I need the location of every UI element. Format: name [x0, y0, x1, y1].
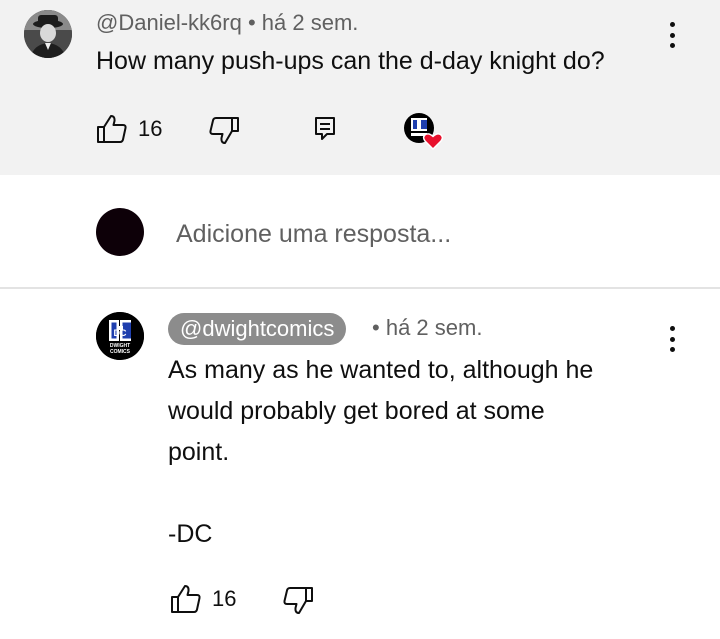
logo-letters: DC [114, 328, 127, 338]
reply-text-line: As many as he wanted to, although he [168, 356, 594, 384]
comment-reply-button[interactable] [314, 116, 336, 142]
reply-author-chip[interactable]: @dwightcomics [168, 313, 347, 345]
thumbs-up-icon [97, 115, 127, 143]
dot [669, 43, 675, 48]
reply-text-line [168, 473, 658, 514]
reply-text-line: point. [168, 438, 230, 466]
reply-input[interactable] [176, 214, 696, 254]
thumbs-down-icon [283, 587, 313, 614]
dot [669, 32, 675, 38]
vintage-man-portrait-icon [24, 10, 72, 58]
dot [669, 22, 675, 27]
divider [0, 287, 720, 289]
logo-caption-2: COMICS [110, 349, 131, 355]
comment-author[interactable]: @Daniel-kk6rq [96, 10, 242, 35]
reply-meta: • há 2 sem. [372, 315, 482, 341]
reply-text-line: -DC [168, 520, 213, 548]
dwightcomics-avatar[interactable]: DC DWIGHT COMICS [96, 312, 144, 360]
meta-separator: • [247, 10, 262, 35]
reply-comment-icon [315, 117, 335, 140]
reply-like-count: 16 [212, 586, 237, 611]
comment-time[interactable]: há 2 sem. [262, 10, 359, 35]
dot [669, 326, 675, 331]
reply-text: As many as he wanted to, although he wou… [168, 350, 658, 555]
dwight-comics-logo: DC DWIGHT COMICS [96, 312, 144, 360]
thumbs-up-icon [171, 585, 201, 613]
reply-like-button[interactable]: 16 [170, 584, 236, 614]
highlighted-comment: @Daniel-kk6rq • há 2 sem. How many push-… [0, 0, 720, 175]
dot [669, 336, 675, 342]
reply-more-button[interactable] [662, 322, 682, 356]
creator-heart-badge[interactable] [403, 112, 444, 152]
comment-more-button[interactable] [662, 18, 682, 52]
comment-like-button[interactable]: 16 [96, 114, 162, 144]
creator-heart-badge-icon [404, 113, 444, 150]
reply-time[interactable]: há 2 sem. [386, 315, 483, 340]
current-user-avatar [96, 208, 144, 256]
comment-dislike-button[interactable] [208, 116, 240, 146]
reply-dislike-button[interactable] [282, 586, 314, 616]
commenter-avatar[interactable] [24, 10, 72, 58]
reply-text-line: would probably get bored at some [168, 397, 545, 425]
comment-like-count: 16 [138, 116, 163, 141]
comment-text: How many push-ups can the d-day knight d… [96, 47, 605, 75]
dot [669, 347, 675, 352]
thumbs-down-icon [209, 117, 239, 144]
comment-meta: @Daniel-kk6rq • há 2 sem. [96, 10, 358, 36]
meta-separator: • [372, 315, 386, 340]
